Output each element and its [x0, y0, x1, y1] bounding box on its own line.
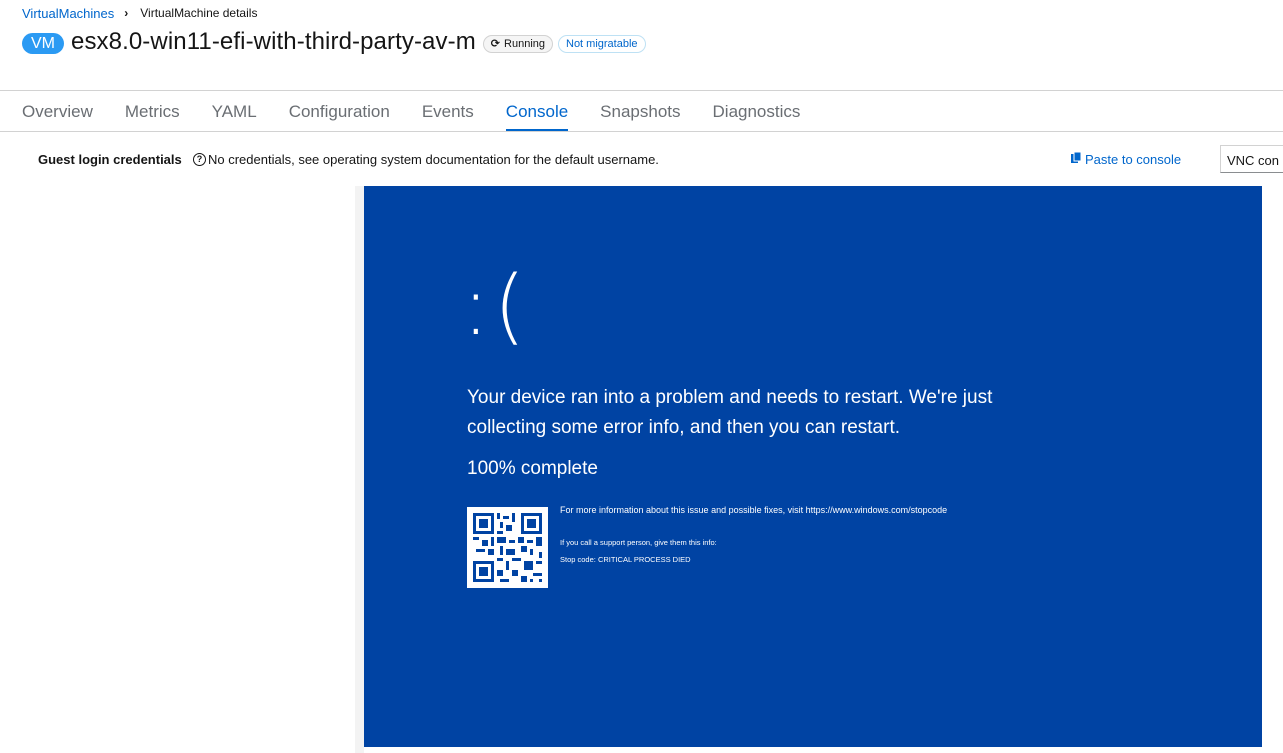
tab-console[interactable]: Console — [505, 91, 569, 132]
bsod-support-line: If you call a support person, give them … — [560, 538, 717, 547]
tab-diagnostics[interactable]: Diagnostics — [713, 91, 801, 131]
breadcrumb: VirtualMachines › VirtualMachine details — [22, 4, 257, 22]
paste-to-console-label: Paste to console — [1085, 152, 1182, 167]
paste-to-console-button[interactable]: Paste to console — [1071, 151, 1182, 167]
tabs-divider-bottom — [0, 131, 1283, 132]
console-gutter — [355, 186, 364, 753]
chevron-right-icon: › — [124, 6, 129, 20]
vm-badge: VM — [22, 32, 64, 54]
tab-metrics[interactable]: Metrics — [125, 91, 180, 131]
tab-snapshots[interactable]: Snapshots — [600, 91, 680, 131]
migration-label: Not migratable — [566, 37, 638, 50]
tab-events[interactable]: Events — [422, 91, 474, 131]
console-type-select[interactable]: VNC con — [1220, 145, 1283, 173]
sync-icon: ⟳ — [490, 37, 501, 50]
page-title: esx8.0-win11-efi-with-third-party-av-m — [71, 28, 476, 55]
vnc-console-screen[interactable]: :( Your device ran into a problem and ne… — [364, 186, 1262, 747]
credentials-help: ? No credentials, see operating system d… — [193, 152, 659, 167]
tab-overview[interactable]: Overview — [22, 91, 93, 131]
bsod-progress: 100% complete — [467, 458, 598, 479]
credentials-help-text: No credentials, see operating system doc… — [208, 152, 659, 167]
qr-code-icon — [467, 507, 548, 588]
bsod-info-url: For more information about this issue an… — [560, 505, 948, 515]
bsod-stop-code: Stop code: CRITICAL PROCESS DIED — [560, 555, 691, 564]
status-label: Running — [504, 37, 545, 50]
question-circle-icon[interactable]: ? — [193, 153, 206, 166]
page-title-row: VM esx8.0-win11-efi-with-third-party-av-… — [22, 26, 646, 58]
sad-face: :( — [462, 259, 530, 354]
tab-configuration[interactable]: Configuration — [289, 91, 390, 131]
bsod-message: Your device ran into a problem and needs… — [467, 387, 993, 438]
tab-yaml[interactable]: YAML — [212, 91, 257, 131]
paste-icon — [1071, 151, 1082, 167]
breadcrumb-virtualmachines-link[interactable]: VirtualMachines — [22, 6, 114, 21]
status-badge[interactable]: ⟳ Running — [482, 34, 553, 53]
breadcrumb-current: VirtualMachine details — [140, 6, 258, 20]
guest-login-credentials-label: Guest login credentials — [38, 152, 182, 167]
migration-badge[interactable]: Not migratable — [558, 34, 646, 53]
tab-bar: Overview Metrics YAML Configuration Even… — [22, 91, 832, 132]
